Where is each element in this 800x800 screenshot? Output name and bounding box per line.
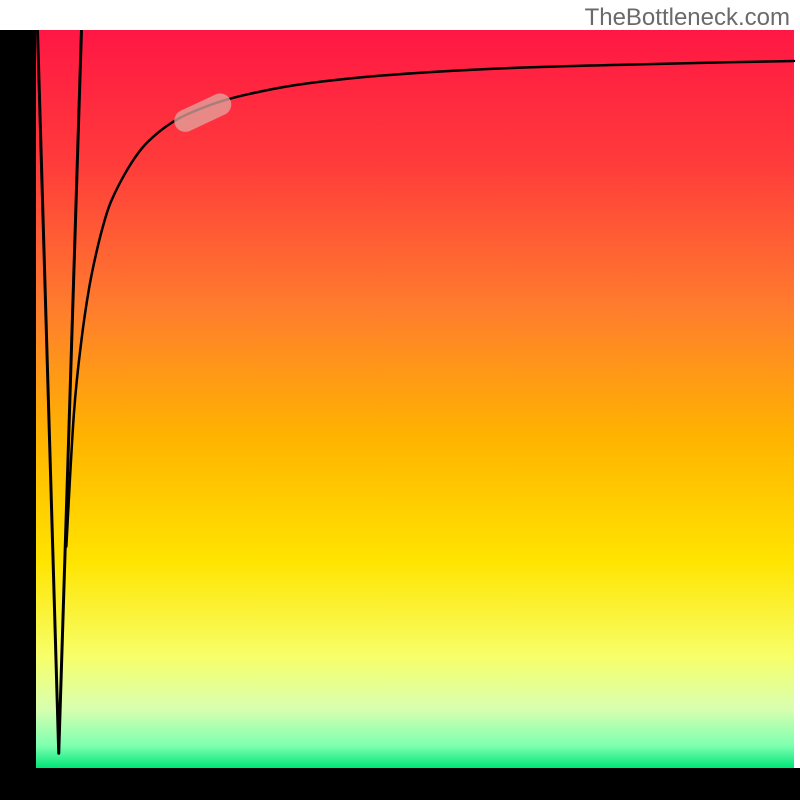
watermark-text: TheBottleneck.com — [585, 4, 790, 32]
chart-container: TheBottleneck.com — [0, 0, 800, 800]
axis-bottom — [0, 768, 800, 800]
axis-left — [0, 30, 36, 800]
chart-svg — [0, 0, 800, 800]
